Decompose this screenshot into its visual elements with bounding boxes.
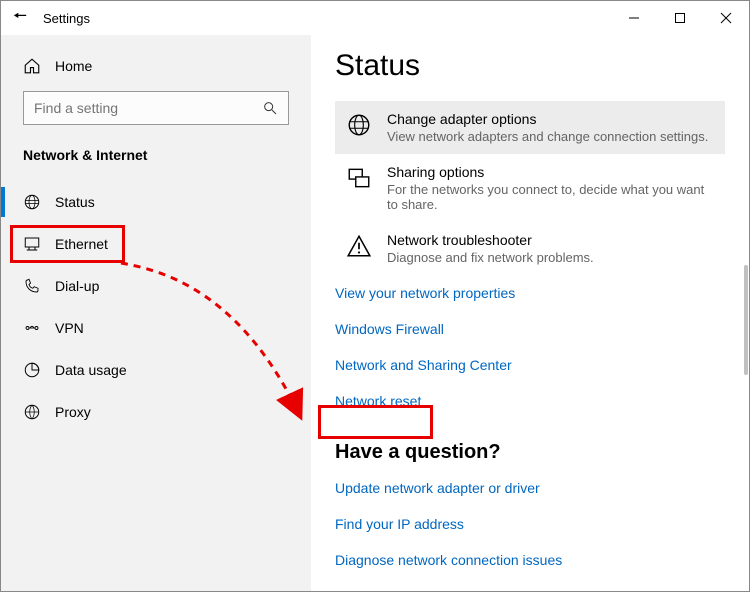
link-windows-firewall[interactable]: Windows Firewall xyxy=(335,321,444,337)
question-heading: Have a question? xyxy=(335,441,725,464)
main-content: Status Change adapter options View netwo… xyxy=(311,35,749,591)
back-button[interactable]: 🠔 xyxy=(13,5,27,32)
settings-window: 🠔 Settings Home xyxy=(0,0,750,592)
vpn-icon xyxy=(23,319,41,337)
option-title: Network troubleshooter xyxy=(387,232,594,248)
status-icon xyxy=(23,193,41,211)
page-title: Status xyxy=(335,49,725,83)
sidebar-item-proxy[interactable]: Proxy xyxy=(1,391,311,433)
sidebar-item-datausage[interactable]: Data usage xyxy=(1,349,311,391)
link-update-adapter[interactable]: Update network adapter or driver xyxy=(335,480,540,496)
search-icon xyxy=(262,100,278,116)
troubleshooter-icon xyxy=(345,232,373,260)
option-troubleshooter[interactable]: Network troubleshooter Diagnose and fix … xyxy=(335,222,725,275)
sidebar-item-status[interactable]: Status xyxy=(1,181,311,223)
link-view-properties[interactable]: View your network properties xyxy=(335,285,515,301)
option-sharing[interactable]: Sharing options For the networks you con… xyxy=(335,154,725,222)
home-button[interactable]: Home xyxy=(23,49,289,83)
option-desc: For the networks you connect to, decide … xyxy=(387,182,715,212)
proxy-icon xyxy=(23,403,41,421)
search-box[interactable] xyxy=(23,91,289,125)
option-desc: View network adapters and change connect… xyxy=(387,129,708,144)
ethernet-icon xyxy=(23,235,41,253)
sharing-icon xyxy=(345,164,373,192)
minimize-button[interactable] xyxy=(611,1,657,35)
sidebar-item-label: Status xyxy=(55,194,95,210)
maximize-button[interactable] xyxy=(657,1,703,35)
link-diagnose-issues[interactable]: Diagnose network connection issues xyxy=(335,552,562,568)
sidebar-item-label: VPN xyxy=(55,320,84,336)
scrollbar[interactable] xyxy=(744,265,748,375)
sidebar-item-label: Proxy xyxy=(55,404,91,420)
sidebar-item-label: Data usage xyxy=(55,362,127,378)
option-title: Change adapter options xyxy=(387,111,708,127)
close-button[interactable] xyxy=(703,1,749,35)
option-change-adapter[interactable]: Change adapter options View network adap… xyxy=(335,101,725,154)
sidebar-item-label: Ethernet xyxy=(55,236,108,252)
link-sharing-center[interactable]: Network and Sharing Center xyxy=(335,357,512,373)
app-title: Settings xyxy=(43,11,90,26)
sidebar-item-ethernet[interactable]: Ethernet xyxy=(1,223,311,265)
adapter-icon xyxy=(345,111,373,139)
link-find-ip[interactable]: Find your IP address xyxy=(335,516,464,532)
option-desc: Diagnose and fix network problems. xyxy=(387,250,594,265)
home-label: Home xyxy=(55,58,92,74)
sidebar-item-dialup[interactable]: Dial-up xyxy=(1,265,311,307)
link-network-reset[interactable]: Network reset xyxy=(335,393,421,409)
search-input[interactable] xyxy=(34,100,262,116)
option-title: Sharing options xyxy=(387,164,715,180)
category-title: Network & Internet xyxy=(23,147,289,163)
sidebar-item-vpn[interactable]: VPN xyxy=(1,307,311,349)
title-bar: 🠔 Settings xyxy=(1,1,749,35)
datausage-icon xyxy=(23,361,41,379)
dialup-icon xyxy=(23,277,41,295)
home-icon xyxy=(23,57,41,75)
sidebar-item-label: Dial-up xyxy=(55,278,99,294)
link-get-help[interactable]: Get help xyxy=(335,588,388,591)
sidebar: Home Network & Internet Status xyxy=(1,35,311,591)
